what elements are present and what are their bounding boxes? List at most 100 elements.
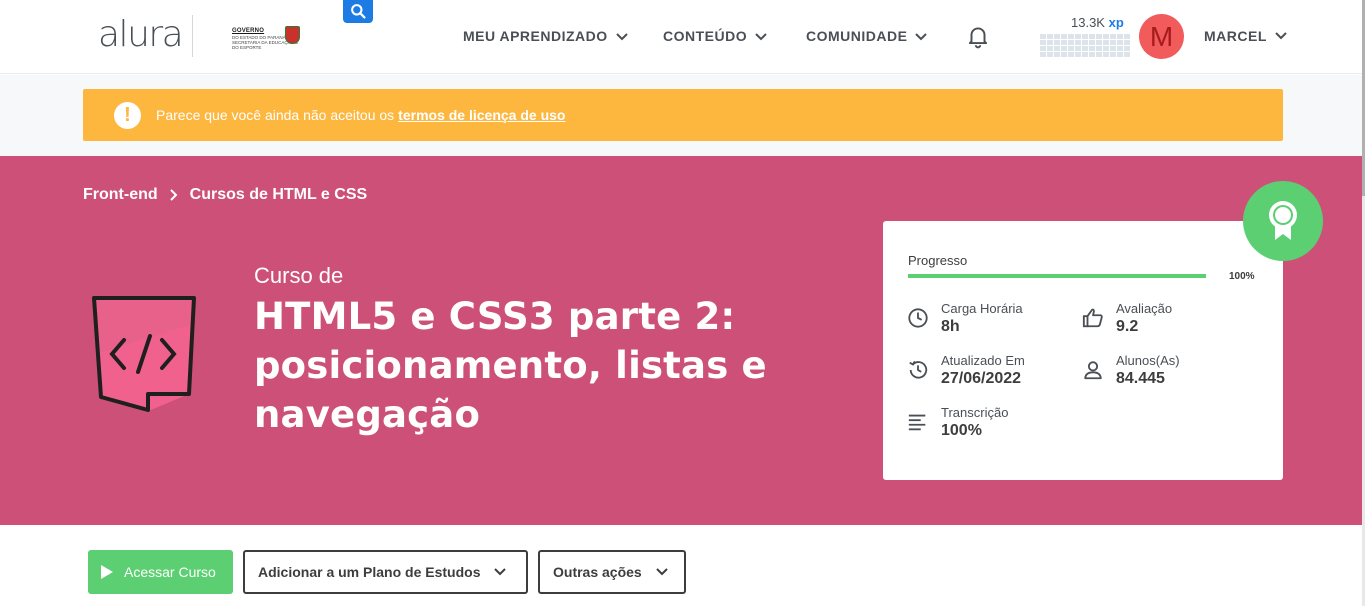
search-icon [350,4,366,19]
stat-atualizado-em: Atualizado Em 27/06/2022 [907,353,1025,389]
breadcrumb: Front-end Cursos de HTML e CSS [83,186,367,204]
alura-logo[interactable]: alura [98,14,184,55]
xp-grid-cell [1075,40,1081,45]
user-menu[interactable]: MARCEL [1204,28,1287,44]
progress-percent: 100% [1229,271,1255,282]
chevron-down-icon [656,568,668,576]
progress-bar [908,274,1206,278]
xp-grid-cell [1040,34,1046,39]
nav-comunidade[interactable]: COMUNIDADE [806,28,928,44]
xp-grid-cell [1103,46,1109,51]
notifications-button[interactable] [965,23,991,54]
xp-grid-cell [1124,34,1130,39]
xp-grid-cell [1117,52,1123,57]
alert-text: Parece que você ainda não aceitou os [156,107,395,123]
xp-grid-cell [1110,46,1116,51]
nav-label: MEU APRENDIZADO [463,28,608,44]
xp-grid-cell [1047,52,1053,57]
stat-label: Alunos(As) [1116,353,1180,368]
xp-unit: xp [1108,15,1124,30]
xp-grid-cell [1068,34,1074,39]
xp-grid-cell [1054,46,1060,51]
history-icon [909,360,928,379]
stat-value: 8h [941,318,960,335]
nav-conteudo[interactable]: CONTEÚDO [663,28,767,44]
logo-divider [192,15,193,57]
xp-grid-cell [1082,34,1088,39]
xp-grid-cell [1089,52,1095,57]
breadcrumb-item-front-end[interactable]: Front-end [83,186,158,204]
xp-grid-cell [1075,34,1081,39]
xp-grid-cell [1089,46,1095,51]
play-icon [101,565,113,579]
xp-grid-cell [1061,34,1067,39]
course-title: HTML5 e CSS3 parte 2: posicionamento, li… [254,295,767,436]
government-logo: GOVERNO DO ESTADO DO PARANÁ SECRETARIA D… [232,26,302,58]
xp-value: 13.3K [1071,15,1105,30]
xp-grid-cell [1061,40,1067,45]
xp-grid-cell [1054,34,1060,39]
xp-grid-cell [1075,46,1081,51]
stat-value: 100% [941,422,982,439]
xp-grid-cell [1110,40,1116,45]
medal-icon [1269,201,1297,240]
xp-activity-grid [1040,34,1130,58]
code-icon [92,296,196,412]
stat-label: Avaliação [1116,301,1173,316]
xp-grid-cell [1096,34,1102,39]
user-name: MARCEL [1204,28,1267,44]
xp-grid-cell [1110,34,1116,39]
stat-carga-horaria: Carga Horária 8h [907,301,1023,337]
certificate-badge[interactable] [1243,181,1323,261]
xp-grid-cell [1047,40,1053,45]
access-course-button[interactable]: Acessar Curso [88,550,233,594]
bell-icon [968,27,988,49]
xp-grid-cell [1103,52,1109,57]
xp-grid-cell [1096,40,1102,45]
top-header: alura GOVERNO DO ESTADO DO PARANÁ SECRET… [0,0,1365,74]
stat-value: 9.2 [1116,318,1139,335]
stat-value: 27/06/2022 [941,370,1022,387]
stat-value: 84.445 [1116,370,1165,387]
breadcrumb-item-html-css[interactable]: Cursos de HTML e CSS [190,186,368,204]
stat-label: Carga Horária [941,301,1023,316]
thumbs-up-icon [1082,308,1103,328]
add-study-plan-label: Adicionar a um Plano de Estudos [258,564,481,580]
xp-grid-cell [1117,34,1123,39]
license-alert: ! Parece que você ainda não aceitou os t… [83,89,1283,141]
xp-grid-cell [1124,46,1130,51]
nav-meu-aprendizado[interactable]: MEU APRENDIZADO [463,28,628,44]
chevron-down-icon [755,32,767,40]
add-study-plan-button[interactable]: Adicionar a um Plano de Estudos [243,550,528,594]
xp-grid-cell [1089,40,1095,45]
xp-grid-cell [1047,46,1053,51]
chevron-down-icon [615,32,628,40]
xp-grid-cell [1124,52,1130,57]
xp-counter: 13.3K xp [1071,15,1124,30]
stat-label: Transcrição [941,405,1009,420]
license-terms-link[interactable]: termos de licença de uso [398,107,565,123]
search-button[interactable] [343,0,373,23]
avatar[interactable]: M [1139,14,1184,59]
progress-bar-fill [908,274,1206,278]
xp-grid-cell [1061,52,1067,57]
xp-grid-cell [1047,34,1053,39]
exclamation-icon: ! [114,101,141,129]
xp-grid-cell [1117,46,1123,51]
nav-label: COMUNIDADE [806,28,908,44]
other-actions-button[interactable]: Outras ações [538,550,686,594]
progress-label: Progresso [908,253,968,268]
xp-grid-cell [1096,52,1102,57]
course-pre-title: Curso de [254,263,344,288]
xp-grid-cell [1068,40,1074,45]
text-lines-icon [908,414,926,431]
xp-grid-cell [1089,34,1095,39]
chevron-down-icon [1275,32,1287,40]
xp-grid-cell [1075,52,1081,57]
xp-grid-cell [1124,40,1130,45]
chevron-down-icon [494,568,507,576]
xp-grid-cell [1117,40,1123,45]
user-icon [1084,361,1102,380]
xp-grid-cell [1054,52,1060,57]
access-course-label: Acessar Curso [124,564,216,580]
